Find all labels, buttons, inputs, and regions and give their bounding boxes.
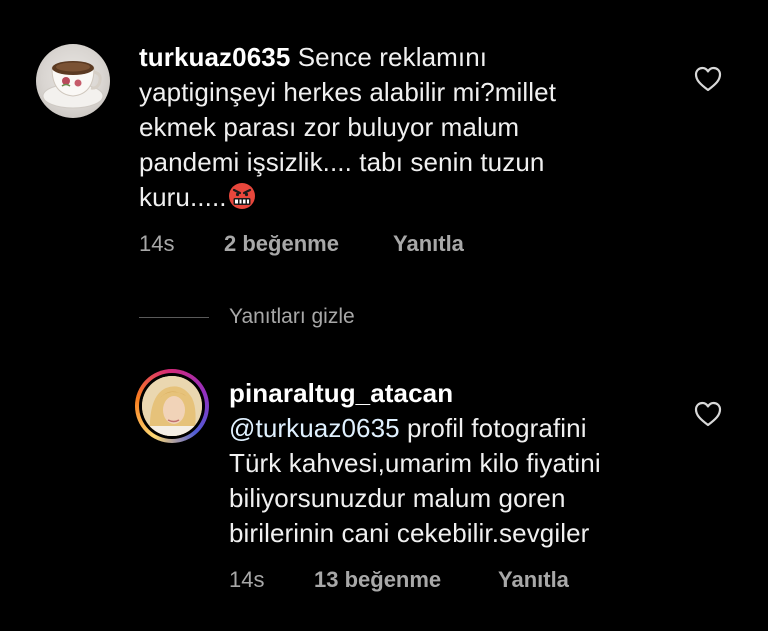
mention-link[interactable]: @turkuaz0635 xyxy=(229,413,400,443)
profile-photo-image xyxy=(142,376,202,436)
username-pinaraltug-atacan[interactable]: pinaraltug_atacan xyxy=(229,376,689,411)
comment-body-line-4: pandemi işsizlik.... tabı senin tuzun xyxy=(139,147,545,177)
comment-text-pinaraltug-atacan: pinaraltug_atacan @turkuaz0635 profil fo… xyxy=(229,376,689,551)
comment-text-turkuaz0635: turkuaz0635 Sence reklamını yaptiginşeyi… xyxy=(139,40,699,215)
comment-body-line-3: biliyorsunuzdur malum goren xyxy=(229,483,566,513)
comment-line: @turkuaz0635 profil fotografini xyxy=(229,411,689,446)
comment-body-line-4: birilerinin cani cekebilir.sevgiler xyxy=(229,518,590,548)
heart-outline-icon[interactable] xyxy=(694,401,722,427)
avatar-turkuaz0635[interactable] xyxy=(36,44,110,118)
heart-outline-icon[interactable] xyxy=(694,66,722,92)
comment-body-line-2: Türk kahvesi,umarim kilo fiyatini xyxy=(229,448,601,478)
username-turkuaz0635[interactable]: turkuaz0635 xyxy=(139,42,290,72)
comment-line: turkuaz0635 Sence reklamını xyxy=(139,40,699,75)
reply-button[interactable]: Yanıtla xyxy=(393,231,464,257)
likes-count-link[interactable]: 2 beğenme xyxy=(224,231,339,257)
comment-body-line-3: ekmek parası zor buluyor malum xyxy=(139,112,520,142)
comment-body-line-1: profil fotografini xyxy=(407,413,587,443)
comment-body-line-2: yaptiginşeyi herkes alabilir mi?millet xyxy=(139,77,557,107)
reply-button[interactable]: Yanıtla xyxy=(498,567,569,593)
comment-timestamp: 14s xyxy=(229,567,265,592)
likes-count-link[interactable]: 13 beğenme xyxy=(314,567,441,593)
comment-body-line-5: kuru..... xyxy=(139,182,227,212)
coffee-cup-avatar-image xyxy=(42,61,104,109)
comment-timestamp: 14s xyxy=(139,231,175,256)
replies-divider xyxy=(139,317,209,318)
comment-line: kuru..... xyxy=(139,180,699,215)
angry-cursing-face-icon xyxy=(227,182,257,210)
hide-replies-button[interactable]: Yanıtları gizle xyxy=(229,305,355,329)
comment-body-line-1: Sence reklamını xyxy=(297,42,488,72)
avatar-pinaraltug-atacan[interactable] xyxy=(135,369,209,443)
